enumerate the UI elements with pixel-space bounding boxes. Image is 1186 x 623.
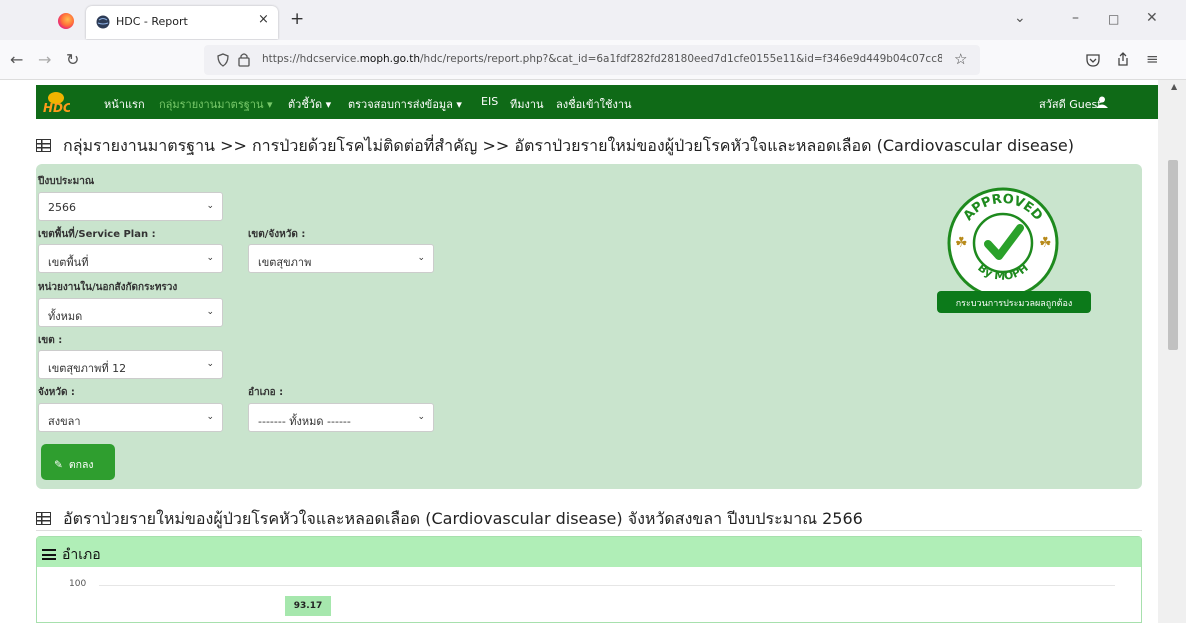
panel-heading[interactable]: อำเภอ	[37, 537, 1141, 567]
firefox-icon[interactable]	[58, 13, 74, 29]
fiscal-year-label: ปีงบประมาณ	[38, 176, 95, 187]
agency-select[interactable]: ทั้งหมด ⌄	[38, 298, 223, 327]
nav-team[interactable]: ทีมงาน	[510, 95, 544, 113]
tracking-shield-icon[interactable]	[216, 53, 230, 67]
page-scrollbar[interactable]: ▲	[1158, 80, 1186, 623]
nav-home[interactable]: หน้าแรก	[104, 95, 145, 113]
fiscal-year-select[interactable]: 2566 ⌄	[38, 192, 223, 221]
submit-button[interactable]: ✎ ตกลง	[41, 444, 115, 480]
report-title: อัตราป่วยรายใหม่ของผู้ป่วยโรคหัวใจและหลอ…	[36, 507, 863, 532]
globe-favicon-icon	[96, 15, 110, 29]
chevron-down-icon: ⌄	[417, 253, 425, 263]
chevron-down-icon: ⌄	[417, 412, 425, 422]
address-bar[interactable]: https://hdcservice.moph.go.th/hdc/report…	[204, 45, 980, 75]
greeting[interactable]: สวัสดี Guest	[1039, 95, 1102, 113]
nav-data-check[interactable]: ตรวจสอบการส่งข้อมูล ▾	[348, 95, 462, 113]
forward-icon[interactable]: →	[38, 50, 51, 69]
wheat-right-icon: ☘	[1039, 235, 1052, 251]
zone-province-select[interactable]: เขตสุขภาพ ⌄	[248, 244, 434, 273]
edit-icon: ✎	[54, 459, 63, 471]
table-icon	[36, 512, 51, 525]
province-select[interactable]: สงขลา ⌄	[38, 403, 223, 432]
scrollbar-thumb[interactable]	[1168, 160, 1178, 350]
hdc-logo[interactable]: HDC	[42, 89, 70, 115]
list-all-tabs-icon[interactable]: ⌄	[1014, 10, 1026, 26]
district-chart-panel: อำเภอ 100 93.17	[36, 536, 1142, 623]
filter-panel: ปีงบประมาณ 2566 ⌄ เขตพื้นที่/Service Plan…	[36, 164, 1142, 489]
district-label: อำเภอ :	[248, 387, 284, 398]
browser-titlebar: HDC - Report × + ⌄ – □ ✕	[0, 0, 1186, 40]
chevron-down-icon: ⌄	[206, 359, 214, 369]
data-label: 93.17	[285, 596, 331, 616]
tab-title: HDC - Report	[116, 15, 188, 28]
zone-province-label: เขต/จังหวัด :	[248, 229, 306, 240]
table-icon	[36, 139, 51, 152]
nav-standard-reports[interactable]: กลุ่มรายงานมาตรฐาน ▾	[159, 95, 273, 113]
nav-indicators[interactable]: ตัวชี้วัด ▾	[288, 95, 331, 113]
minimize-icon[interactable]: –	[1072, 10, 1079, 26]
y-tick-label: 100	[69, 579, 87, 589]
browser-tab[interactable]: HDC - Report ×	[86, 6, 278, 39]
menu-icon[interactable]: ≡	[1146, 50, 1159, 68]
back-icon[interactable]: ←	[10, 50, 23, 69]
browser-navbar: ← → ↻ https://hdcservice.moph.go.th/hdc/…	[0, 40, 1186, 80]
svg-text:HDC: HDC	[43, 101, 70, 115]
gridline	[99, 585, 1115, 586]
zone-select[interactable]: เขตสุขภาพที่ 12 ⌄	[38, 350, 223, 379]
hamburger-icon	[42, 549, 56, 560]
chevron-down-icon: ⌄	[206, 307, 214, 317]
user-icon	[1096, 96, 1108, 108]
district-select[interactable]: ------- ทั้งหมด ------ ⌄	[248, 403, 434, 432]
share-icon[interactable]	[1116, 52, 1130, 67]
tab-close-icon[interactable]: ×	[258, 12, 269, 27]
province-label: จังหวัด :	[38, 387, 75, 398]
badge-caption: กระบวนการประมวลผลถูกต้อง	[937, 291, 1091, 313]
lock-icon[interactable]	[238, 52, 250, 67]
nav-login[interactable]: ลงชื่อเข้าใช้งาน	[556, 95, 632, 113]
new-tab-button[interactable]: +	[290, 9, 304, 29]
area-label: เขตพื้นที่/Service Plan :	[38, 229, 156, 240]
zone-label: เขต :	[38, 335, 63, 346]
agency-label: หน่วยงานใน/นอกสังกัดกระทรวง	[38, 282, 178, 293]
scroll-up-icon[interactable]: ▲	[1171, 82, 1177, 91]
chevron-down-icon: ⌄	[206, 253, 214, 263]
bookmark-star-icon[interactable]: ☆	[954, 50, 967, 68]
nav-eis[interactable]: EIS	[481, 95, 498, 108]
close-window-icon[interactable]: ✕	[1146, 10, 1158, 26]
wheat-left-icon: ☘	[955, 235, 968, 251]
pocket-icon[interactable]	[1086, 53, 1100, 67]
reload-icon[interactable]: ↻	[66, 50, 79, 69]
approved-badge: APPROVED By MOPH ☘ ☘	[947, 187, 1059, 299]
site-navbar: HDC หน้าแรก กลุ่มรายงานมาตรฐาน ▾ ตัวชี้ว…	[36, 85, 1158, 119]
breadcrumb: กลุ่มรายงานมาตรฐาน >> การป่วยด้วยโรคไม่ต…	[36, 134, 1074, 159]
maximize-icon[interactable]: □	[1108, 12, 1119, 26]
chevron-down-icon: ⌄	[206, 201, 214, 211]
url-text: https://hdcservice.moph.go.th/hdc/report…	[262, 53, 942, 65]
area-select[interactable]: เขตพื้นที่ ⌄	[38, 244, 223, 273]
chevron-down-icon: ⌄	[206, 412, 214, 422]
divider	[36, 530, 1142, 531]
